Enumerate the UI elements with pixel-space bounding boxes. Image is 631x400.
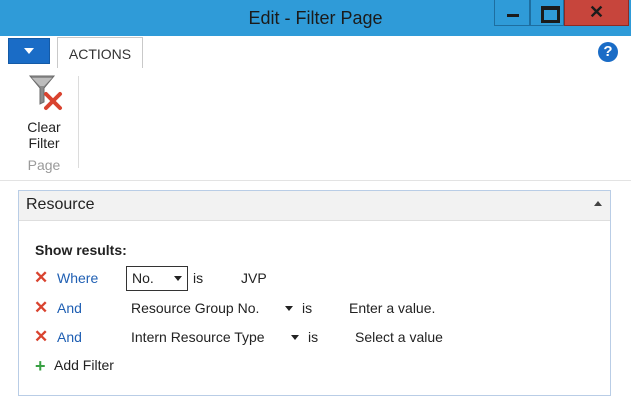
clear-filter-label-line1: Clear [27,119,61,135]
filter-row: ✕ And Intern Resource Type is Select a v… [19,326,610,350]
panel-header[interactable]: Resource [19,191,610,221]
chevron-down-icon[interactable] [291,335,299,340]
add-filter-label: Add Filter [54,357,114,373]
help-icon[interactable]: ? [598,42,618,62]
filter-operator: is [308,329,319,345]
maximize-button[interactable] [530,0,564,26]
close-button[interactable]: ✕ [564,0,629,26]
ribbon-body [0,68,631,181]
plus-icon: + [35,356,46,376]
filter-value[interactable]: Enter a value. [349,300,435,316]
resource-filter-panel: Resource Show results: ✕ Where No. is JV… [18,190,611,396]
clear-filter-label-line2: Filter [28,135,60,151]
filter-field-value[interactable]: Resource Group No. [131,300,259,316]
filter-operator: is [193,270,204,286]
remove-filter-icon[interactable]: ✕ [34,327,48,347]
filter-field-value[interactable]: Intern Resource Type [131,329,265,345]
show-results-label: Show results: [35,242,127,258]
app-menu-button[interactable] [8,38,50,64]
filter-value[interactable]: Select a value [355,329,443,345]
chevron-down-icon [174,276,182,281]
filter-row: ✕ Where No. is JVP [19,266,610,291]
ribbon-group-divider [78,76,79,168]
minimize-button[interactable] [494,0,530,26]
tab-actions[interactable]: ACTIONS [57,37,143,68]
minimize-icon [507,14,519,17]
filter-operator: is [302,300,313,316]
close-icon: ✕ [588,2,605,22]
filter-conjunction: Where [57,270,99,286]
filter-field-value: No. [132,270,154,286]
ribbon-group-label: Page [27,157,61,173]
clear-filter-icon [28,75,62,110]
clear-filter-label: Clear Filter [18,119,70,151]
clear-filter-button[interactable]: Clear Filter [18,74,70,154]
chevron-down-icon [24,48,34,54]
filter-field-dropdown[interactable]: No. [126,266,188,291]
remove-filter-icon[interactable]: ✕ [34,298,48,318]
remove-filter-icon[interactable]: ✕ [34,268,48,288]
chevron-down-icon[interactable] [285,306,293,311]
filter-value[interactable]: JVP [241,270,267,286]
filter-row: ✕ And Resource Group No. is Enter a valu… [19,297,610,321]
chevron-up-icon[interactable] [594,201,602,206]
filter-conjunction: And [57,329,82,345]
panel-title: Resource [26,196,95,213]
filter-conjunction: And [57,300,82,316]
maximize-icon [541,6,560,23]
